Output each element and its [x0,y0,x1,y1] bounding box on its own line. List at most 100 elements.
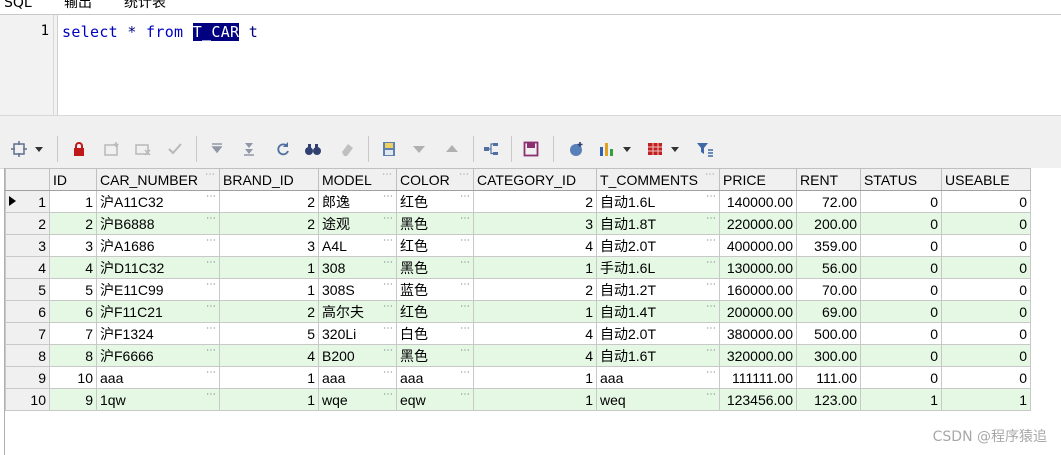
cell-rent[interactable]: 69.00 [796,300,861,323]
cell-rent[interactable]: 300.00 [796,344,861,367]
cell-category-id[interactable]: 4 [473,344,597,367]
floppy-save-icon[interactable] [520,138,542,160]
cell-rent[interactable]: 111.00 [796,366,861,389]
cell-rent[interactable]: 359.00 [796,234,861,257]
cell-brand-id[interactable]: 2 [219,212,319,235]
cell-t-comments[interactable]: 自动1.8T ⋯ [596,212,720,235]
cell-color[interactable]: 蓝色 ⋯ [396,278,474,301]
table-row[interactable]: 1 1 沪A11C32 ⋯ 2 郎逸 ⋯ 红色 ⋯ 2 自动1.6L ⋯ 140000.00 72.00 0… [5,190,1031,213]
save-grid-icon[interactable] [378,138,400,160]
cell-color[interactable]: 黑色 ⋯ [396,344,474,367]
cell-id[interactable]: 2 [49,212,97,235]
cell-color[interactable]: eqw ⋯ [396,388,474,411]
cell-edit-ellipsis-icon[interactable]: ⋯ [383,390,393,401]
sql-editor[interactable]: 1 select * from T_CAR t [0,14,1061,116]
column-header[interactable]: RENT [796,168,861,191]
cell-edit-ellipsis-icon[interactable]: ⋯ [383,280,393,291]
sort-up-icon[interactable] [441,138,463,160]
cell-edit-ellipsis-icon[interactable]: ⋯ [383,258,393,269]
cell-model[interactable]: aaa ⋯ [318,366,397,389]
cell-edit-ellipsis-icon[interactable]: ⋯ [383,346,393,357]
column-header[interactable]: PRICE [719,168,797,191]
cell-category-id[interactable]: 1 [473,366,597,389]
cell-edit-ellipsis-icon[interactable]: ⋯ [460,368,470,379]
cell-edit-ellipsis-icon[interactable]: ⋯ [206,192,216,203]
column-header[interactable]: CATEGORY_ID [473,168,597,191]
cell-edit-ellipsis-icon[interactable]: ⋯ [206,280,216,291]
row-number[interactable]: 3 [5,234,50,257]
cell-edit-ellipsis-icon[interactable]: ⋯ [383,236,393,247]
cell-t-comments[interactable]: weq ⋯ [596,388,720,411]
cell-id[interactable]: 8 [49,344,97,367]
cell-color[interactable]: 白色 ⋯ [396,322,474,345]
chevron-down-icon[interactable] [620,138,634,160]
cell-car-number[interactable]: 沪D11C32 ⋯ [96,256,220,279]
cell-edit-ellipsis-icon[interactable]: ⋯ [460,390,470,401]
cell-color[interactable]: 红色 ⋯ [396,300,474,323]
cell-category-id[interactable]: 1 [473,388,597,411]
result-grid[interactable]: ID CAR_NUMBER ⋯ BRAND_ID MODEL ⋯ COLOR ⋯ CA… [4,168,1061,455]
cell-car-number[interactable]: 沪F6666 ⋯ [96,344,220,367]
cell-useable[interactable]: 0 [941,256,1031,279]
cell-brand-id[interactable]: 5 [219,322,319,345]
table-row[interactable]: 10 9 1qw ⋯ 1 wqe ⋯ eqw ⋯ 1 weq ⋯ 123456.00 123.00 1 1 [5,388,1031,411]
cell-edit-ellipsis-icon[interactable]: ⋯ [706,280,716,291]
cell-edit-ellipsis-icon[interactable]: ⋯ [706,302,716,313]
cell-car-number[interactable]: aaa ⋯ [96,366,220,389]
cell-price[interactable]: 123456.00 [719,388,797,411]
cell-t-comments[interactable]: 自动1.4T ⋯ [596,300,720,323]
cell-brand-id[interactable]: 1 [219,388,319,411]
row-number[interactable]: 10 [5,388,50,411]
cell-edit-ellipsis-icon[interactable]: ⋯ [206,324,216,335]
cell-edit-ellipsis-icon[interactable]: ⋯ [206,390,216,401]
cell-id[interactable]: 9 [49,388,97,411]
grid-settings-icon[interactable] [8,138,30,160]
export-icon[interactable] [566,138,588,160]
cell-status[interactable]: 0 [860,212,942,235]
tab-statistics[interactable]: 统计表 [124,0,166,12]
cell-car-number[interactable]: 沪F1324 ⋯ [96,322,220,345]
cell-model[interactable]: wqe ⋯ [318,388,397,411]
cell-category-id[interactable]: 1 [473,256,597,279]
cell-useable[interactable]: 0 [941,234,1031,257]
cell-edit-ellipsis-icon[interactable]: ⋯ [460,258,470,269]
column-header[interactable]: USEABLE [941,168,1031,191]
cell-brand-id[interactable]: 1 [219,256,319,279]
cell-edit-ellipsis-icon[interactable]: ⋯ [460,302,470,313]
cell-edit-ellipsis-icon[interactable]: ⋯ [383,192,393,203]
cell-id[interactable]: 1 [49,190,97,213]
cell-status[interactable]: 0 [860,322,942,345]
chevron-down-icon[interactable] [32,138,46,160]
cell-edit-ellipsis-icon[interactable]: ⋯ [206,236,216,247]
cell-status[interactable]: 0 [860,234,942,257]
cell-category-id[interactable]: 3 [473,212,597,235]
cell-edit-ellipsis-icon[interactable]: ⋯ [206,214,216,225]
cell-edit-ellipsis-icon[interactable]: ⋯ [706,258,716,269]
cell-color[interactable]: 红色 ⋯ [396,190,474,213]
cell-rent[interactable]: 56.00 [796,256,861,279]
post-checkmark-icon[interactable] [164,138,186,160]
cell-brand-id[interactable]: 1 [219,278,319,301]
tab-sql[interactable]: SQL [4,0,32,12]
table-row[interactable]: 8 8 沪F6666 ⋯ 4 B200 ⋯ 黑色 ⋯ 4 自动1.6T ⋯ 320000.00 300.0… [5,344,1031,367]
row-number[interactable]: 7 [5,322,50,345]
delete-row-icon[interactable] [132,138,154,160]
splitter[interactable] [0,115,1061,129]
cell-model[interactable]: 郎逸 ⋯ [318,190,397,213]
cell-car-number[interactable]: 沪B6888 ⋯ [96,212,220,235]
refresh-icon[interactable] [272,138,294,160]
cell-rent[interactable]: 200.00 [796,212,861,235]
table-row[interactable]: 4 4 沪D11C32 ⋯ 1 308 ⋯ 黑色 ⋯ 1 手动1.6L ⋯ 130000.00 56.00… [5,256,1031,279]
cell-useable[interactable]: 0 [941,212,1031,235]
cell-price[interactable]: 220000.00 [719,212,797,235]
cell-useable[interactable]: 0 [941,344,1031,367]
cell-edit-ellipsis-icon[interactable]: ⋯ [383,214,393,225]
cell-t-comments[interactable]: 自动1.6T ⋯ [596,344,720,367]
cell-category-id[interactable]: 4 [473,322,597,345]
row-number[interactable]: 4 [5,256,50,279]
cell-id[interactable]: 4 [49,256,97,279]
cell-price[interactable]: 380000.00 [719,322,797,345]
cell-color[interactable]: 黑色 ⋯ [396,212,474,235]
last-record-icon[interactable] [238,138,260,160]
cell-t-comments[interactable]: 手动1.6L ⋯ [596,256,720,279]
